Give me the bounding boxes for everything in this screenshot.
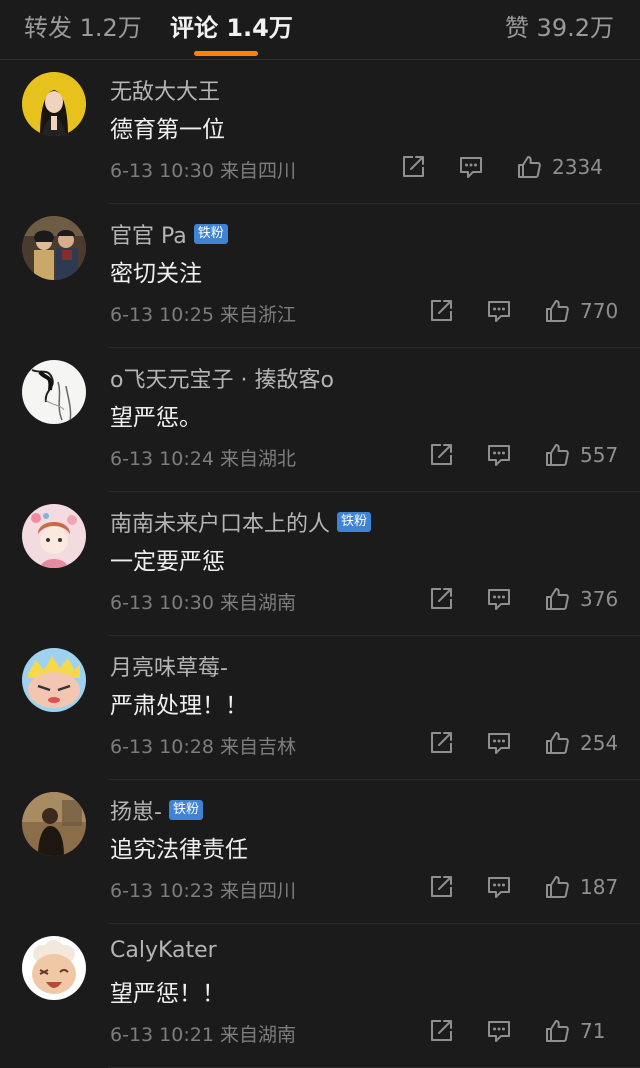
comment-icon[interactable] (486, 1018, 512, 1044)
comment-time: 6-13 10:25 (110, 304, 214, 326)
comment-username[interactable]: 扬崽- 铁粉 (110, 794, 203, 826)
comment-actions: 557 (428, 442, 618, 470)
comment-actions: 2334 (400, 154, 618, 182)
comment-icon[interactable] (486, 442, 512, 468)
comment-text: 追究法律责任 (110, 837, 248, 863)
like-count: 2334 (552, 155, 603, 179)
tab-repost[interactable]: 转发 1.2万 (24, 8, 142, 43)
like-count: 770 (580, 299, 619, 323)
comment-source: 来自四川 (219, 880, 296, 902)
comment-source: 来自浙江 (219, 304, 296, 326)
username-text[interactable]: CalyKater (110, 938, 217, 963)
comment-meta: 6-13 10:21 来自湖南 (110, 1020, 296, 1047)
avatar[interactable] (22, 216, 86, 280)
comment-source: 来自湖南 (219, 592, 296, 614)
share-icon[interactable] (428, 442, 454, 468)
share-icon[interactable] (428, 730, 454, 756)
comment-source: 来自四川 (219, 160, 296, 182)
share-icon[interactable] (428, 298, 454, 324)
comment-item[interactable]: o飞天元宝子 · 揍敌客o 望严惩。 6-13 10:24 来自湖北 557 (0, 348, 640, 492)
like-count: 376 (580, 587, 619, 611)
comment-meta: 6-13 10:28 来自吉林 (110, 732, 296, 759)
comment-text: 望严惩！！ (110, 981, 225, 1007)
comment-item[interactable]: 官官 Pa 铁粉密切关注 6-13 10:25 来自浙江 770 (0, 204, 640, 348)
fan-badge: 铁粉 (168, 800, 203, 820)
comment-tabs-bar: 转发 1.2万 评论 1.4万 赞 39.2万 (0, 0, 640, 60)
thumbs-up-icon[interactable] (544, 586, 570, 612)
comment-username[interactable]: 南南未来户口本上的人 铁粉 (110, 506, 372, 538)
comment-meta: 6-13 10:24 来自湖北 (110, 444, 296, 471)
username-text[interactable]: 南南未来户口本上的人 (110, 506, 330, 538)
comment-meta: 6-13 10:30 来自湖南 (110, 588, 296, 615)
comment-meta: 6-13 10:25 来自浙江 (110, 300, 296, 327)
share-icon[interactable] (400, 154, 426, 180)
comment-username[interactable]: 无敌大大王 (110, 74, 220, 106)
thumbs-up-icon[interactable] (544, 298, 570, 324)
fan-badge: 铁粉 (193, 224, 228, 244)
comment-item[interactable]: 无敌大大王德育第一位 6-13 10:30 来自四川 2334 (0, 60, 640, 204)
username-text[interactable]: 无敌大大王 (110, 74, 220, 106)
comment-icon[interactable] (486, 586, 512, 612)
comment-source: 来自湖北 (219, 448, 296, 470)
like-count: 254 (580, 731, 619, 755)
comment-icon[interactable] (486, 874, 512, 900)
comment-time: 6-13 10:24 (110, 448, 214, 470)
comment-time: 6-13 10:21 (110, 1024, 214, 1046)
comment-item[interactable]: CalyKater 望严惩！！ 6-13 10:21 来自湖南 71 (0, 924, 640, 1068)
tab-like[interactable]: 赞 39.2万 (505, 8, 614, 43)
username-text[interactable]: 官官 Pa (110, 218, 187, 250)
share-icon[interactable] (428, 874, 454, 900)
comment-icon[interactable] (486, 298, 512, 324)
avatar[interactable] (22, 504, 86, 568)
avatar[interactable] (22, 648, 86, 712)
thumbs-up-icon[interactable] (544, 730, 570, 756)
active-tab-indicator (194, 51, 258, 56)
comment-icon[interactable] (486, 730, 512, 756)
comment-actions: 187 (428, 874, 618, 902)
comment-item[interactable]: 月亮味草莓- 严肃处理！！ 6-13 10:28 来自吉林 254 (0, 636, 640, 780)
comment-icon[interactable] (458, 154, 484, 180)
comment-username[interactable]: 月亮味草莓- (110, 650, 228, 682)
avatar[interactable] (22, 792, 86, 856)
fan-badge: 铁粉 (337, 512, 372, 532)
username-text[interactable]: 月亮味草莓- (110, 650, 228, 682)
comment-username[interactable]: o飞天元宝子 · 揍敌客o (110, 362, 334, 394)
username-text[interactable]: 扬崽- (110, 794, 162, 826)
username-text[interactable]: o飞天元宝子 · 揍敌客o (110, 362, 334, 394)
thumbs-up-icon[interactable] (544, 1018, 570, 1044)
share-icon[interactable] (428, 1018, 454, 1044)
avatar[interactable] (22, 360, 86, 424)
comment-username[interactable]: CalyKater (110, 938, 217, 963)
comment-text: 严肃处理！！ (110, 693, 248, 719)
avatar[interactable] (22, 72, 86, 136)
comment-actions: 254 (428, 730, 618, 758)
like-count: 187 (580, 875, 619, 899)
comment-actions: 770 (428, 298, 618, 326)
comment-time: 6-13 10:23 (110, 880, 214, 902)
avatar[interactable] (22, 936, 86, 1000)
comment-item[interactable]: 南南未来户口本上的人 铁粉一定要严惩 6-13 10:30 来自湖南 376 (0, 492, 640, 636)
thumbs-up-icon[interactable] (544, 874, 570, 900)
comment-item[interactable]: 扬崽- 铁粉追究法律责任 6-13 10:23 来自四川 187 (0, 780, 640, 924)
comment-text: 望严惩。 (110, 405, 202, 431)
comment-actions: 376 (428, 586, 618, 614)
thumbs-up-icon[interactable] (516, 154, 542, 180)
comment-meta: 6-13 10:30 来自四川 (110, 156, 296, 183)
comment-time: 6-13 10:30 (110, 160, 214, 182)
comment-username[interactable]: 官官 Pa 铁粉 (110, 218, 228, 250)
thumbs-up-icon[interactable] (544, 442, 570, 468)
share-icon[interactable] (428, 586, 454, 612)
comment-meta: 6-13 10:23 来自四川 (110, 876, 296, 903)
comment-time: 6-13 10:28 (110, 736, 214, 758)
like-count: 557 (580, 443, 619, 467)
comment-text: 德育第一位 (110, 117, 225, 143)
comment-time: 6-13 10:30 (110, 592, 214, 614)
like-count: 71 (580, 1019, 606, 1043)
comment-text: 密切关注 (110, 261, 202, 287)
comment-text: 一定要严惩 (110, 549, 225, 575)
comment-source: 来自湖南 (219, 1024, 296, 1046)
comment-actions: 71 (428, 1018, 618, 1046)
comment-source: 来自吉林 (219, 736, 296, 758)
